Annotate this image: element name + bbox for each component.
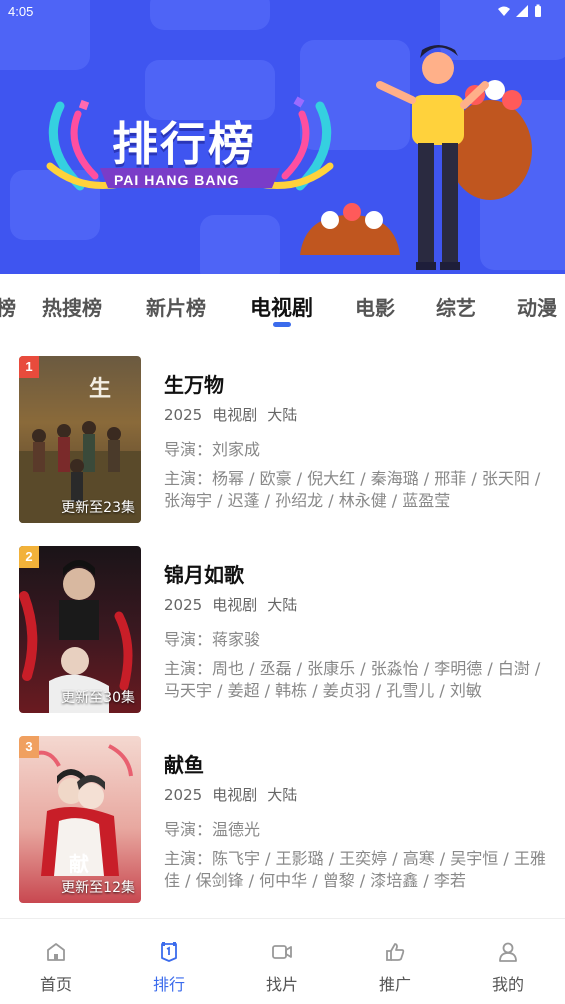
item-cast: 主演：陈飞宇 / 王影璐 / 王奕婷 / 高寒 / 吴宇恒 / 王雅佳 / 保剑…: [164, 849, 546, 890]
active-tab-indicator: [273, 322, 291, 327]
item-title[interactable]: 锦月如歌: [164, 560, 549, 590]
episode-update-label: 更新至12集: [61, 880, 135, 896]
item-info: 献鱼 2025 电视剧 大陆 导演：温德光 主演：陈飞宇 / 王影璐 / 王奕婷 /…: [164, 750, 549, 892]
ranking-logo: 排行榜 PAI HANG BANG: [40, 96, 340, 206]
item-meta: 2025 电视剧 大陆: [164, 594, 549, 616]
status-time: 4:05: [8, 4, 34, 19]
tab-anime[interactable]: 动漫: [517, 292, 557, 321]
tab-new-releases[interactable]: 新片榜: [146, 292, 206, 321]
episode-update-label: 更新至30集: [61, 690, 135, 706]
list-item[interactable]: 2 更新至30集 锦月如歌 2025 电视剧 大陆 导演：蒋家骏 主演：周也 / 丞…: [0, 546, 565, 716]
nav-label: 我的: [491, 975, 524, 994]
banner-title: 排行榜: [112, 117, 256, 171]
bottom-navigation: 首页 排行 找片 推广 我的: [0, 918, 565, 1004]
item-year: 2025: [164, 596, 203, 614]
rank-badge: 3: [19, 736, 39, 758]
item-title[interactable]: 生万物: [164, 370, 549, 400]
thumbs-up-icon: [386, 943, 405, 961]
nav-mine[interactable]: 我的: [468, 941, 548, 995]
banner-subtitle: PAI HANG BANG: [114, 172, 240, 188]
nav-ranking[interactable]: 排行: [129, 941, 209, 995]
item-region: 大陆: [267, 596, 298, 614]
episode-update-label: 更新至23集: [61, 500, 135, 516]
item-meta: 2025 电视剧 大陆: [164, 404, 549, 426]
nav-find[interactable]: 找片: [242, 941, 322, 995]
status-bar: 4:05: [0, 0, 565, 24]
poster-image[interactable]: 2 更新至30集: [19, 546, 141, 713]
nav-label: 找片: [265, 975, 298, 994]
item-info: 锦月如歌 2025 电视剧 大陆 导演：蒋家骏 主演：周也 / 丞磊 / 张康乐 /…: [164, 560, 549, 702]
item-meta: 2025 电视剧 大陆: [164, 784, 549, 806]
item-cast: 主演：周也 / 丞磊 / 张康乐 / 张淼怡 / 李明德 / 白澍 / 马天宇 …: [164, 659, 541, 700]
nav-promote[interactable]: 推广: [355, 941, 435, 995]
signal-icon: [516, 5, 528, 17]
item-director: 导演：蒋家骏: [164, 630, 261, 649]
category-tabs: 榜 热搜榜 新片榜 电视剧 电影 综艺 动漫: [0, 274, 565, 336]
mascot-illustration: [300, 45, 532, 270]
item-director: 导演：温德光: [164, 820, 261, 839]
item-info: 生万物 2025 电视剧 大陆 导演：刘家成 主演：杨幂 / 欧豪 / 倪大红 / …: [164, 370, 549, 512]
nav-label: 首页: [39, 975, 72, 994]
item-director: 导演：刘家成: [164, 440, 261, 459]
poster-image[interactable]: 生 1 更新至23集: [19, 356, 141, 523]
home-icon: [47, 943, 65, 961]
list-item[interactable]: 生 1 更新至23集 生万物 2025 电视剧 大陆 导演：刘家成 主演：杨幂 / …: [0, 356, 565, 526]
item-cast: 主演：杨幂 / 欧豪 / 倪大红 / 秦海璐 / 邢菲 / 张天阳 / 张海宇 …: [164, 469, 541, 510]
nav-label: 排行: [152, 975, 185, 994]
item-year: 2025: [164, 786, 203, 804]
banner-bg-tile: [200, 215, 280, 274]
item-type: 电视剧: [212, 406, 258, 424]
nav-home[interactable]: 首页: [16, 941, 96, 995]
rank-badge: 2: [19, 546, 39, 568]
item-type: 电视剧: [212, 786, 258, 804]
item-region: 大陆: [267, 406, 298, 424]
tab-partial[interactable]: 榜: [0, 292, 16, 321]
item-year: 2025: [164, 406, 203, 424]
svg-text:献: 献: [69, 852, 89, 876]
list-item[interactable]: 献 3 更新至12集 献鱼 2025 电视剧 大陆 导演：温德光 主演：陈飞宇 / …: [0, 736, 565, 906]
battery-icon: [535, 4, 541, 17]
rank-badge: 1: [19, 356, 39, 378]
tab-variety[interactable]: 综艺: [436, 292, 476, 321]
tab-movies[interactable]: 电影: [355, 292, 395, 321]
ranking-banner: 4:05 排行榜 PAI HANG BANG: [0, 0, 565, 274]
svg-text:生: 生: [89, 376, 111, 402]
item-title[interactable]: 献鱼: [164, 750, 549, 780]
ranking-icon: [161, 942, 177, 962]
item-region: 大陆: [267, 786, 298, 804]
video-camera-icon: [272, 945, 292, 959]
user-icon: [499, 942, 517, 962]
nav-label: 推广: [378, 975, 411, 994]
poster-image[interactable]: 献 3 更新至12集: [19, 736, 141, 903]
wifi-icon: [498, 6, 510, 16]
tab-tv-series[interactable]: 电视剧: [250, 292, 313, 322]
item-type: 电视剧: [212, 596, 258, 614]
tab-hot-search[interactable]: 热搜榜: [42, 292, 102, 321]
